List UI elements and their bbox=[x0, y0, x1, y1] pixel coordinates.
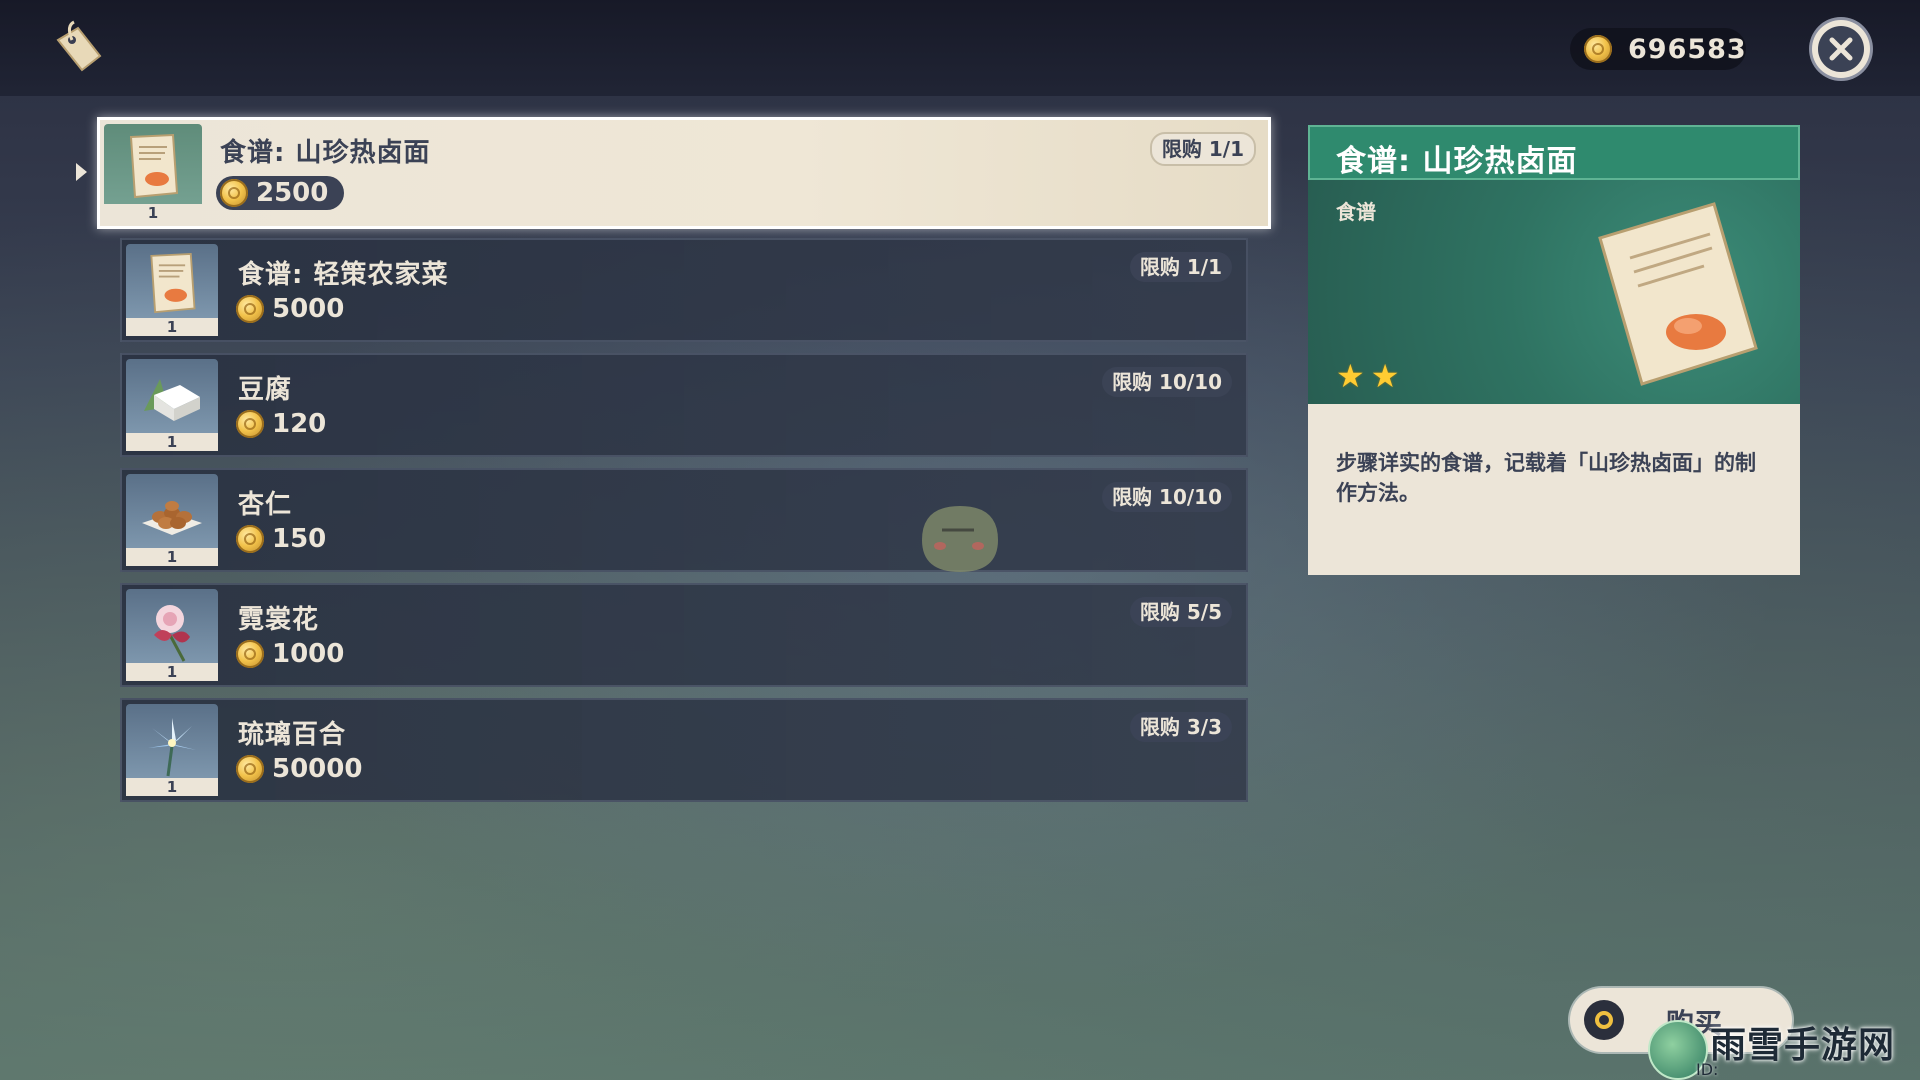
detail-header: 食谱: 山珍热卤面 bbox=[1308, 125, 1800, 180]
watermark-text: 雨雪手游网 bbox=[1710, 1025, 1896, 1066]
item-price: 5000 bbox=[236, 294, 344, 324]
mora-coin-icon bbox=[1584, 35, 1612, 63]
item-price-value: 150 bbox=[272, 524, 327, 554]
mora-coin-icon bbox=[236, 295, 264, 323]
mora-coin-icon bbox=[236, 525, 264, 553]
watermark: 雨雪手游网 ID: bbox=[1648, 1016, 1920, 1080]
item-thumbnail: 1 bbox=[126, 474, 218, 566]
tofu-icon bbox=[144, 379, 200, 422]
item-price: 50000 bbox=[236, 754, 362, 784]
item-thumbnail: 1 bbox=[104, 124, 202, 222]
shop-item-recipe-farm-dish[interactable]: 1 食谱: 轻策农家菜 5000 限购 1/1 bbox=[120, 238, 1248, 342]
item-thumbnail: 1 bbox=[126, 244, 218, 336]
top-bar: 696583 bbox=[0, 0, 1920, 96]
detail-art: 食谱 ★ ★ bbox=[1308, 180, 1800, 404]
mora-coin-icon bbox=[220, 179, 248, 207]
shop-item-almond[interactable]: 1 杏仁 150 限购 10/10 bbox=[120, 468, 1248, 572]
rarity-stars: ★ ★ bbox=[1336, 360, 1399, 392]
currency-amount: 696583 bbox=[1628, 33, 1747, 65]
almond-icon bbox=[142, 501, 202, 536]
item-price-value: 120 bbox=[272, 409, 327, 439]
currency-display: 696583 bbox=[1570, 28, 1746, 70]
item-detail-panel: 食谱: 山珍热卤面 食谱 ★ ★ 步骤详实的食谱，记载着「山珍热卤面」的制作方法… bbox=[1308, 125, 1800, 575]
item-price: 150 bbox=[236, 524, 326, 554]
star-icon: ★ bbox=[1370, 357, 1400, 395]
watermark-id: ID: bbox=[1696, 1060, 1719, 1079]
shop-item-recipe-noodles[interactable]: 1 食谱: 山珍热卤面 2500 限购 1/1 bbox=[97, 117, 1271, 229]
recipe-scroll-icon bbox=[129, 134, 179, 199]
item-quantity: 1 bbox=[104, 204, 202, 222]
item-price-value: 2500 bbox=[256, 178, 329, 208]
purchase-limit-badge: 限购 1/1 bbox=[1129, 252, 1232, 282]
detail-description: 步骤详实的食谱，记载着「山珍热卤面」的制作方法。 bbox=[1336, 451, 1756, 505]
item-thumbnail: 1 bbox=[126, 589, 218, 681]
detail-type: 食谱 bbox=[1336, 200, 1376, 224]
mora-coin-icon bbox=[236, 410, 264, 438]
item-price: 1000 bbox=[236, 639, 344, 669]
shop-item-silk-flower[interactable]: 1 霓裳花 1000 限购 5/5 bbox=[120, 583, 1248, 687]
paimon-bubble-decoration-icon bbox=[922, 506, 998, 572]
recipe-scroll-icon bbox=[1598, 202, 1758, 386]
item-price-value: 5000 bbox=[272, 294, 345, 324]
purchase-limit-badge: 限购 1/1 bbox=[1149, 132, 1256, 166]
item-name: 食谱: 轻策农家菜 bbox=[238, 260, 449, 290]
item-name: 豆腐 bbox=[238, 375, 293, 405]
close-button[interactable] bbox=[1812, 20, 1870, 78]
shop-tag-icon bbox=[56, 20, 102, 72]
detail-title: 食谱: 山珍热卤面 bbox=[1336, 144, 1578, 179]
detail-body: 步骤详实的食谱，记载着「山珍热卤面」的制作方法。 bbox=[1308, 404, 1800, 575]
item-price: 2500 bbox=[216, 176, 345, 210]
item-name: 食谱: 山珍热卤面 bbox=[220, 138, 431, 168]
item-price: 120 bbox=[236, 409, 326, 439]
purchase-limit-badge: 限购 3/3 bbox=[1129, 712, 1232, 742]
purchase-limit-badge: 限购 10/10 bbox=[1102, 367, 1232, 397]
item-price-value: 1000 bbox=[272, 639, 345, 669]
purchase-limit-badge: 限购 10/10 bbox=[1102, 482, 1232, 512]
item-quantity: 1 bbox=[126, 663, 218, 681]
star-icon: ★ bbox=[1336, 357, 1365, 395]
purchase-limit-badge: 限购 5/5 bbox=[1129, 597, 1232, 627]
item-name: 琉璃百合 bbox=[238, 720, 347, 750]
glaze-lily-icon bbox=[148, 718, 196, 777]
close-icon bbox=[1829, 37, 1853, 61]
item-thumbnail: 1 bbox=[126, 704, 218, 796]
item-name: 霓裳花 bbox=[238, 605, 320, 635]
mora-coin-icon bbox=[236, 640, 264, 668]
item-quantity: 1 bbox=[126, 778, 218, 796]
confirm-icon bbox=[1584, 1000, 1624, 1040]
silk-flower-icon bbox=[154, 605, 190, 663]
mora-coin-icon bbox=[236, 755, 264, 783]
item-name: 杏仁 bbox=[238, 490, 293, 520]
selection-arrow-icon bbox=[76, 163, 87, 181]
item-quantity: 1 bbox=[126, 548, 218, 566]
shop-item-glaze-lily[interactable]: 1 琉璃百合 50000 限购 3/3 bbox=[120, 698, 1248, 802]
recipe-scroll-icon bbox=[150, 253, 196, 314]
item-thumbnail: 1 bbox=[126, 359, 218, 451]
item-price-value: 50000 bbox=[272, 754, 363, 784]
item-quantity: 1 bbox=[126, 433, 218, 451]
item-quantity: 1 bbox=[126, 318, 218, 336]
shop-item-tofu[interactable]: 1 豆腐 120 限购 10/10 bbox=[120, 353, 1248, 457]
